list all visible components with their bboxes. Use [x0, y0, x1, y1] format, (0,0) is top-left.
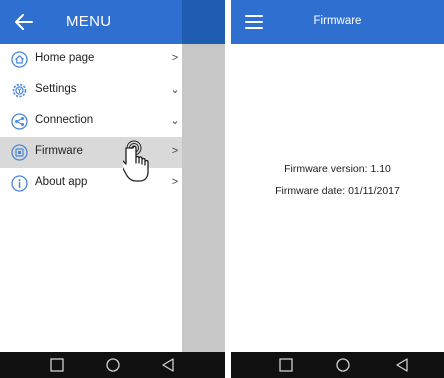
- app-bar: Firmware: [231, 0, 444, 44]
- back-arrow-icon[interactable]: [14, 13, 34, 31]
- drawer-scrim[interactable]: [182, 44, 225, 352]
- home-button-icon[interactable]: [335, 357, 351, 373]
- menu-item-settings[interactable]: Settings ⌄: [0, 75, 182, 106]
- system-navigation-bar: [231, 352, 444, 378]
- menu-item-connection[interactable]: Connection ⌄: [0, 106, 182, 137]
- menu-item-label: Firmware: [35, 145, 83, 157]
- menu-item-label: About app: [35, 176, 88, 188]
- back-button-icon[interactable]: [160, 357, 176, 373]
- menu-item-home-page[interactable]: Home page >: [0, 44, 182, 75]
- drawer-header: MENU: [0, 0, 182, 44]
- hand-pointer-icon: [123, 140, 149, 182]
- recents-button-icon[interactable]: [278, 357, 294, 373]
- firmware-date-text: Firmware date: 01/11/2017: [275, 185, 400, 197]
- connection-icon: [11, 113, 28, 130]
- menu-item-label: Settings: [35, 83, 77, 95]
- page-title: Firmware: [313, 15, 362, 27]
- firmware-icon: [11, 144, 28, 161]
- chevron-right-icon: >: [171, 52, 179, 64]
- drawer-title: MENU: [66, 13, 112, 30]
- background-app-bar: [182, 0, 225, 44]
- navigation-drawer: MENU Home page > Settings ⌄ Connection ⌄…: [0, 0, 182, 352]
- menu-item-label: Home page: [35, 52, 95, 64]
- system-navigation-bar: [0, 352, 225, 378]
- phone-right: Firmware Firmware version: 1.10 Firmware…: [231, 0, 444, 378]
- home-icon: [11, 51, 28, 68]
- recents-button-icon[interactable]: [49, 357, 65, 373]
- chevron-down-icon: ⌄: [170, 115, 180, 127]
- chevron-right-icon: >: [171, 145, 179, 157]
- menu-item-label: Connection: [35, 114, 94, 126]
- firmware-version-text: Firmware version: 1.10: [284, 163, 391, 175]
- info-icon: [11, 175, 28, 192]
- chevron-down-icon: ⌄: [170, 84, 180, 96]
- home-button-icon[interactable]: [105, 357, 121, 373]
- phone-left: MENU Home page > Settings ⌄ Connection ⌄…: [0, 0, 225, 378]
- back-button-icon[interactable]: [394, 357, 410, 373]
- chevron-right-icon: >: [171, 176, 179, 188]
- settings-icon: [12, 83, 27, 98]
